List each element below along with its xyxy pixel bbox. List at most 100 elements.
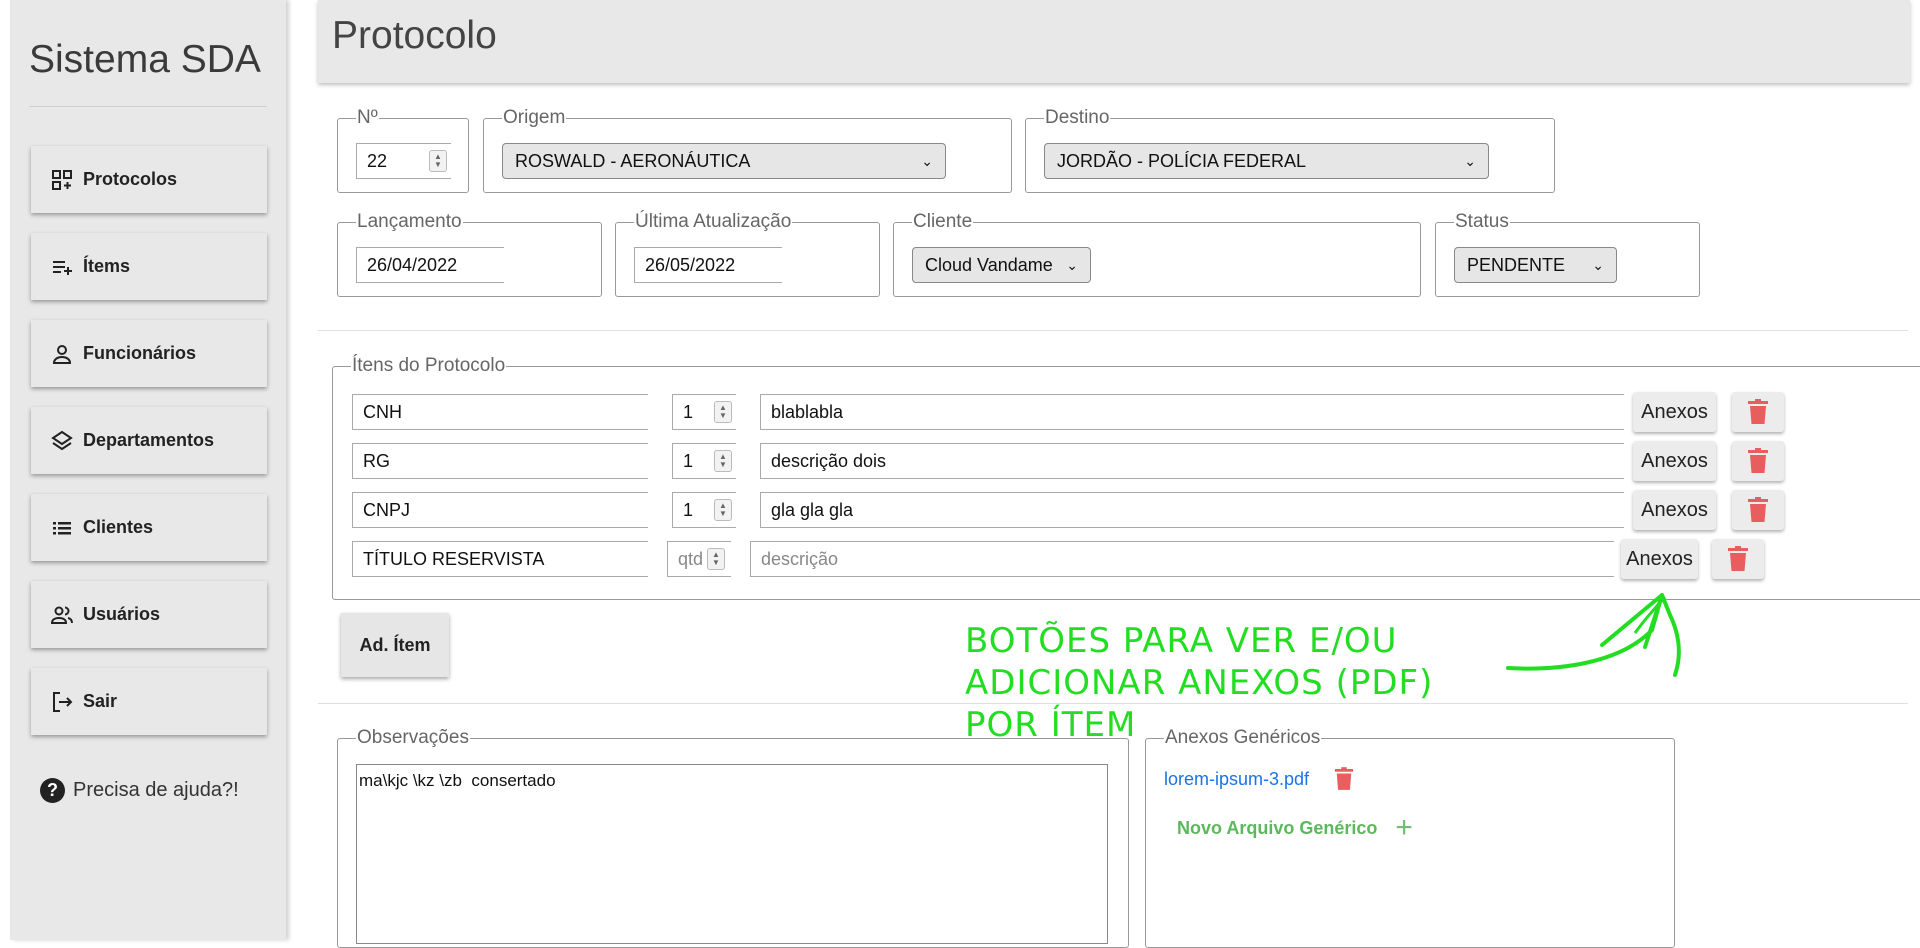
sidebar-item-clientes[interactable]: Clientes xyxy=(31,494,267,561)
sidebar-item-label: Ítems xyxy=(83,256,131,276)
add-item-button[interactable]: Ad. Ítem xyxy=(341,613,449,677)
new-file-label: Novo Arquivo Genérico xyxy=(1177,817,1378,838)
cliente-fieldset: Cliente Cloud Vandame ⌄ xyxy=(893,211,1421,297)
sidebar-item-label: Funcionários xyxy=(83,343,197,363)
annotation-line: BOTÕES PARA VER E/OU xyxy=(965,621,1398,661)
app-brand: Sistema SDA xyxy=(29,38,261,81)
item-titulo-input[interactable]: RG xyxy=(352,443,648,479)
destino-value: JORDÃO - POLÍCIA FEDERAL xyxy=(1057,150,1307,171)
item-qtd-spinner[interactable]: ▲ ▼ xyxy=(714,450,732,472)
chevron-down-icon: ⌄ xyxy=(1066,256,1078,273)
delete-item-button[interactable] xyxy=(1732,490,1784,530)
sidebar-item-label: Clientes xyxy=(83,517,154,537)
origem-select[interactable]: ROSWALD - AERONÁUTICA ⌄ xyxy=(502,143,946,179)
item-descricao-input[interactable]: blablabla xyxy=(760,394,1624,430)
destino-select[interactable]: JORDÃO - POLÍCIA FEDERAL ⌄ xyxy=(1044,143,1489,179)
trash-icon xyxy=(1728,546,1748,571)
destino-legend: Destino xyxy=(1044,107,1111,129)
section-divider xyxy=(318,703,1908,704)
new-item-titulo-input[interactable]: TÍTULO RESERVISTA xyxy=(352,541,648,577)
item-descricao-input[interactable]: gla gla gla xyxy=(760,492,1624,528)
section-divider xyxy=(318,330,1908,331)
delete-item-button[interactable] xyxy=(1712,539,1764,579)
sidebar-item-label: Usuários xyxy=(83,604,161,624)
delete-file-button[interactable] xyxy=(1334,767,1354,796)
help-link[interactable]: ? Precisa de ajuda?! xyxy=(40,778,239,803)
pdf-file-link[interactable]: lorem-ipsum-3.pdf xyxy=(1164,769,1309,790)
anexos-button[interactable]: Anexos xyxy=(1621,539,1698,579)
items-fieldset: Ítens do Protocolo CNH 1 ▲ ▼ blablabla An… xyxy=(332,355,1920,600)
numero-spinner[interactable]: ▲ ▼ xyxy=(429,150,447,172)
trash-icon xyxy=(1748,399,1768,424)
anexos-button[interactable]: Anexos xyxy=(1633,441,1716,481)
sidebar-item-usuarios[interactable]: Usuários xyxy=(31,581,267,648)
sidebar-item-protocolos[interactable]: Protocolos xyxy=(31,146,267,213)
anexos-genericos-fieldset: Anexos Genéricos lorem-ipsum-3.pdf Novo … xyxy=(1145,727,1675,948)
trash-icon xyxy=(1748,448,1768,473)
page-title: Protocolo xyxy=(332,14,497,57)
numero-fieldset: Nº 22 ▲ ▼ xyxy=(337,107,469,193)
annotation-line: ADICIONAR ANEXOS (PDF) xyxy=(965,663,1434,703)
lancamento-legend: Lançamento xyxy=(356,211,463,233)
delete-item-button[interactable] xyxy=(1732,392,1784,432)
cliente-value: Cloud Vandame xyxy=(925,254,1053,275)
destino-fieldset: Destino JORDÃO - POLÍCIA FEDERAL ⌄ xyxy=(1025,107,1555,193)
people-icon xyxy=(49,602,75,628)
trash-icon xyxy=(1748,497,1768,522)
new-item-qtd-spinner[interactable]: ▲ ▼ xyxy=(707,548,725,570)
help-icon: ? xyxy=(40,778,65,803)
chevron-down-icon: ⌄ xyxy=(1592,256,1604,273)
new-generic-file-button[interactable]: Novo Arquivo Genérico + xyxy=(1177,811,1413,845)
logout-icon xyxy=(49,689,75,715)
status-fieldset: Status PENDENTE ⌄ xyxy=(1435,211,1700,297)
layers-icon xyxy=(49,428,75,454)
person-icon xyxy=(49,341,75,367)
item-qtd-spinner[interactable]: ▲ ▼ xyxy=(714,499,732,521)
dashboard-add-icon xyxy=(49,167,75,193)
sidebar-item-sair[interactable]: Sair xyxy=(31,668,267,735)
brand-divider xyxy=(29,106,267,107)
help-label: Precisa de ajuda?! xyxy=(73,779,239,801)
plus-icon: + xyxy=(1395,811,1413,844)
sidebar-item-items[interactable]: Ítems xyxy=(31,233,267,300)
lancamento-input[interactable]: 26/04/2022 xyxy=(356,247,504,283)
delete-item-button[interactable] xyxy=(1732,441,1784,481)
items-legend: Ítens do Protocolo xyxy=(351,355,507,377)
item-titulo-input[interactable]: CNPJ xyxy=(352,492,648,528)
numero-legend: Nº xyxy=(356,107,379,129)
item-titulo-input[interactable]: CNH xyxy=(352,394,648,430)
sidebar-item-departamentos[interactable]: Departamentos xyxy=(31,407,267,474)
origem-value: ROSWALD - AERONÁUTICA xyxy=(515,150,751,171)
status-legend: Status xyxy=(1454,211,1510,233)
sidebar-item-funcionarios[interactable]: Funcionários xyxy=(31,320,267,387)
chevron-down-icon: ⌄ xyxy=(921,152,933,169)
page-header: Protocolo xyxy=(318,0,1910,83)
status-value: PENDENTE xyxy=(1467,254,1566,275)
new-item-descricao-input[interactable]: descrição xyxy=(750,541,1614,577)
observacoes-legend: Observações xyxy=(356,727,470,749)
annotation-arrow-icon xyxy=(1506,593,1681,677)
lancamento-fieldset: Lançamento 26/04/2022 xyxy=(337,211,602,297)
sidebar-item-label: Sair xyxy=(83,691,118,711)
anexos-button[interactable]: Anexos xyxy=(1633,490,1716,530)
sidebar-item-label: Protocolos xyxy=(83,169,178,189)
ultima-legend: Última Atualização xyxy=(634,211,793,233)
chevron-down-icon: ⌄ xyxy=(1464,152,1476,169)
ultima-fieldset: Última Atualização 26/05/2022 xyxy=(615,211,880,297)
trash-icon xyxy=(1334,767,1354,790)
cliente-select[interactable]: Cloud Vandame ⌄ xyxy=(912,247,1091,283)
observacoes-fieldset: Observações ma\kjc \kz \zb consertado xyxy=(337,727,1129,948)
item-descricao-input[interactable]: descrição dois xyxy=(760,443,1624,479)
anexos-genericos-legend: Anexos Genéricos xyxy=(1164,727,1322,749)
origem-fieldset: Origem ROSWALD - AERONÁUTICA ⌄ xyxy=(483,107,1012,193)
observacoes-textarea[interactable]: ma\kjc \kz \zb consertado xyxy=(356,764,1108,944)
item-qtd-spinner[interactable]: ▲ ▼ xyxy=(714,401,732,423)
sidebar-item-label: Departamentos xyxy=(83,430,215,450)
status-select[interactable]: PENDENTE ⌄ xyxy=(1454,247,1617,283)
cliente-legend: Cliente xyxy=(912,211,974,233)
anexos-button[interactable]: Anexos xyxy=(1633,392,1716,432)
ultima-input[interactable]: 26/05/2022 xyxy=(634,247,782,283)
list-icon xyxy=(49,515,75,541)
playlist-add-icon xyxy=(49,254,75,280)
origem-legend: Origem xyxy=(502,107,567,129)
